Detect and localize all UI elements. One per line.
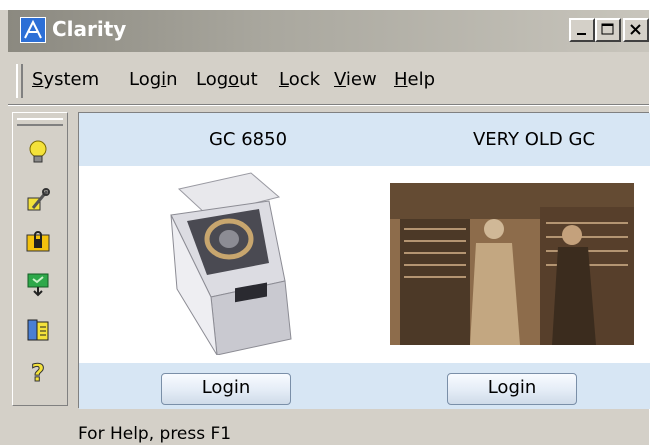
maximize-button[interactable]: [595, 18, 621, 42]
configuration-icon[interactable]: [25, 187, 51, 213]
menu-bar: System Login Logout Lock View Help: [8, 58, 649, 104]
instrument-panel: GC 6850 VERY OLD GC Login Login: [78, 112, 650, 409]
login-button-very-old-gc[interactable]: Login: [447, 373, 577, 405]
download-icon[interactable]: [25, 271, 51, 297]
login-button-gc-6850[interactable]: Login: [161, 373, 291, 405]
menu-system[interactable]: System: [32, 69, 99, 90]
window-frame-right: [649, 0, 657, 445]
very-old-gc-photo[interactable]: [390, 183, 634, 345]
lock-icon[interactable]: [25, 229, 51, 255]
close-button[interactable]: [623, 18, 649, 42]
menu-login[interactable]: Login: [129, 69, 178, 90]
window-frame-top: [0, 0, 657, 10]
book-icon[interactable]: [25, 317, 51, 343]
help-icon[interactable]: ?: [25, 359, 51, 388]
instrument-name-1: GC 6850: [208, 129, 288, 150]
window-title: Clarity: [52, 17, 127, 41]
menu-separator: [8, 104, 649, 106]
lightbulb-icon[interactable]: [25, 139, 51, 165]
gc-6850-photo[interactable]: [151, 171, 301, 356]
status-text: For Help, press F1: [78, 424, 232, 444]
instrument-name-2: VERY OLD GC: [472, 129, 596, 150]
status-bar: For Help, press F1: [8, 418, 649, 445]
clarity-window: Clarity System Login Logout Lock View He…: [0, 0, 657, 445]
menu-lock[interactable]: Lock: [279, 69, 320, 90]
menu-grip[interactable]: [16, 64, 23, 98]
menu-logout[interactable]: Logout: [196, 69, 258, 90]
minimize-button[interactable]: [569, 18, 595, 42]
title-bar[interactable]: Clarity: [8, 10, 649, 52]
clarity-logo-icon[interactable]: [20, 17, 46, 43]
svg-text:?: ?: [31, 359, 45, 385]
instrument-name-band: GC 6850 VERY OLD GC: [79, 113, 650, 166]
left-toolbar: ?: [12, 112, 68, 406]
toolbar-grip[interactable]: [17, 118, 63, 126]
menu-help[interactable]: Help: [394, 69, 435, 90]
menu-view[interactable]: View: [334, 69, 377, 90]
